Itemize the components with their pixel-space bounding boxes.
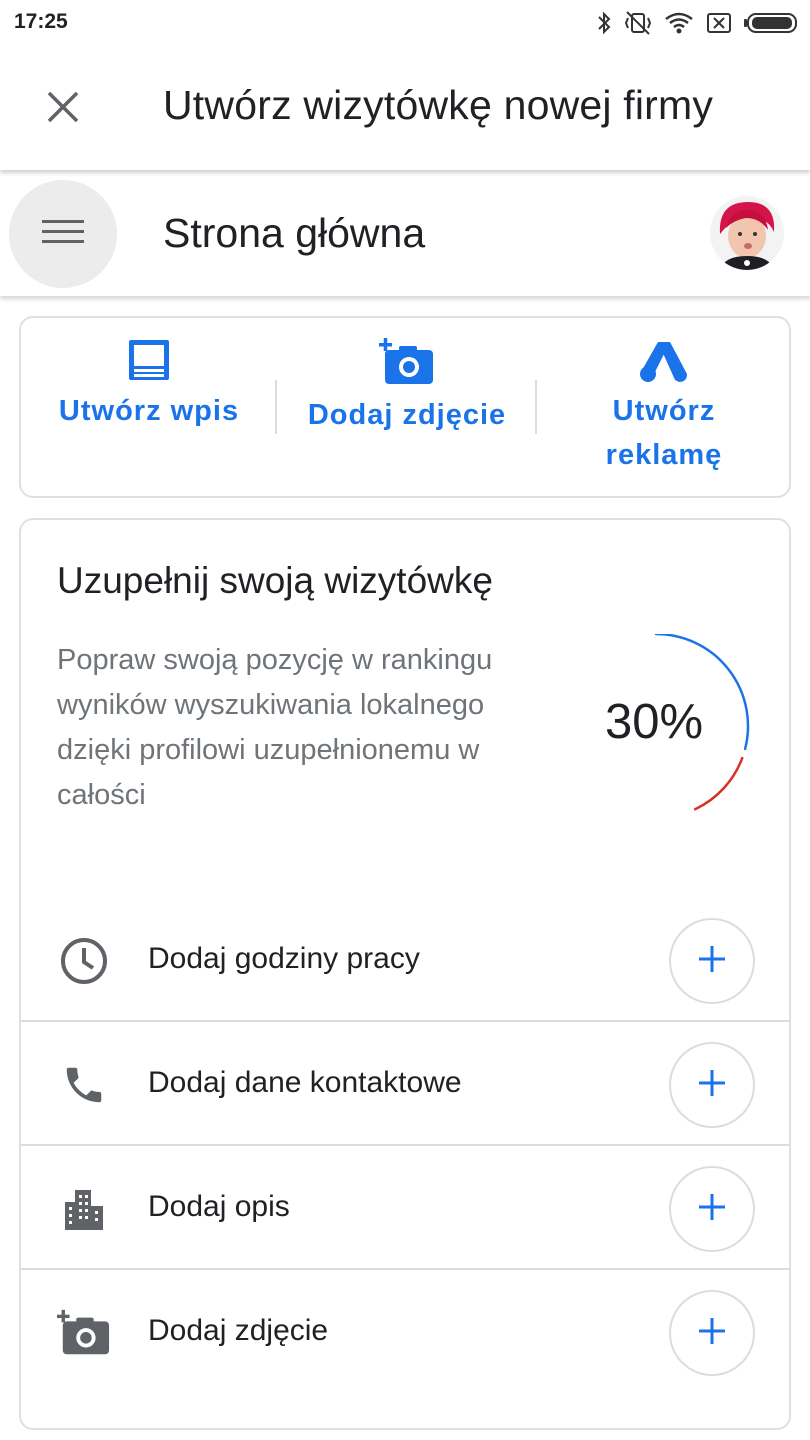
building-icon [57, 1182, 111, 1236]
completion-progress: 30% [561, 634, 761, 814]
plus-icon [699, 945, 725, 977]
close-button[interactable] [28, 74, 98, 144]
task-row-photo: Dodaj zdjęcie [21, 1270, 789, 1394]
progress-arc-remaining [693, 756, 744, 811]
task-row-hours: Dodaj godziny pracy [21, 898, 789, 1022]
add-contact-button[interactable] [669, 1042, 755, 1128]
quick-actions-card: Utwórz wpis Dodaj zdjęcie Utwórz reklamę [19, 316, 791, 498]
post-icon [127, 338, 171, 387]
menu-button[interactable] [9, 180, 117, 288]
plus-icon [699, 1069, 725, 1101]
top-app-bar: Utwórz wizytówkę nowej firmy [0, 46, 810, 170]
plus-icon [699, 1317, 725, 1349]
wifi-icon [664, 11, 694, 35]
clock-icon [57, 934, 111, 988]
task-row-contact: Dodaj dane kontaktowe [21, 1022, 789, 1146]
add-photo-label: Dodaj zdjęcie [307, 399, 507, 431]
completion-description: Popraw swoją pozycję w rankingu wyników … [57, 644, 493, 811]
create-ad-button[interactable]: Utwórz reklamę [537, 338, 791, 477]
status-bar: 17:25 [0, 0, 810, 46]
task-row-description: Dodaj opis [21, 1146, 789, 1270]
bluetooth-icon [596, 11, 612, 35]
profile-completion-card: Uzupełnij swoją wizytówkę Popraw swoją p… [19, 518, 791, 1430]
close-icon [46, 90, 80, 129]
status-time: 17:25 [14, 10, 68, 33]
add-description-button[interactable] [669, 1166, 755, 1252]
user-avatar[interactable] [710, 196, 784, 270]
completion-title: Uzupełnij swoją wizytówkę [57, 560, 493, 601]
add-photo-icon [57, 1306, 111, 1360]
google-ads-icon [639, 338, 689, 387]
battery-icon [744, 12, 798, 34]
section-title: Strona główna [163, 210, 426, 256]
add-photo-button[interactable]: Dodaj zdjęcie [277, 338, 537, 437]
task-label: Dodaj dane kontaktowe [148, 1066, 462, 1099]
task-label: Dodaj zdjęcie [148, 1314, 329, 1347]
hamburger-menu-icon [42, 218, 84, 251]
vibrate-off-icon [624, 10, 652, 36]
task-label: Dodaj godziny pracy [148, 942, 420, 975]
status-icons [596, 8, 798, 38]
progress-percentage: 30% [604, 695, 704, 749]
create-post-button[interactable]: Utwórz wpis [21, 338, 277, 433]
plus-icon [699, 1193, 725, 1225]
create-ad-label: Utwórz reklamę [605, 395, 723, 471]
add-photo-icon [379, 338, 435, 391]
create-post-label: Utwórz wpis [58, 395, 240, 427]
sim-off-icon [706, 12, 732, 34]
add-hours-button[interactable] [669, 918, 755, 1004]
phone-icon [57, 1058, 111, 1112]
navigation-bar: Strona główna [0, 170, 810, 296]
add-photo-task-button[interactable] [669, 1290, 755, 1376]
page-title: Utwórz wizytówkę nowej firmy [163, 82, 714, 128]
task-label: Dodaj opis [148, 1190, 290, 1223]
